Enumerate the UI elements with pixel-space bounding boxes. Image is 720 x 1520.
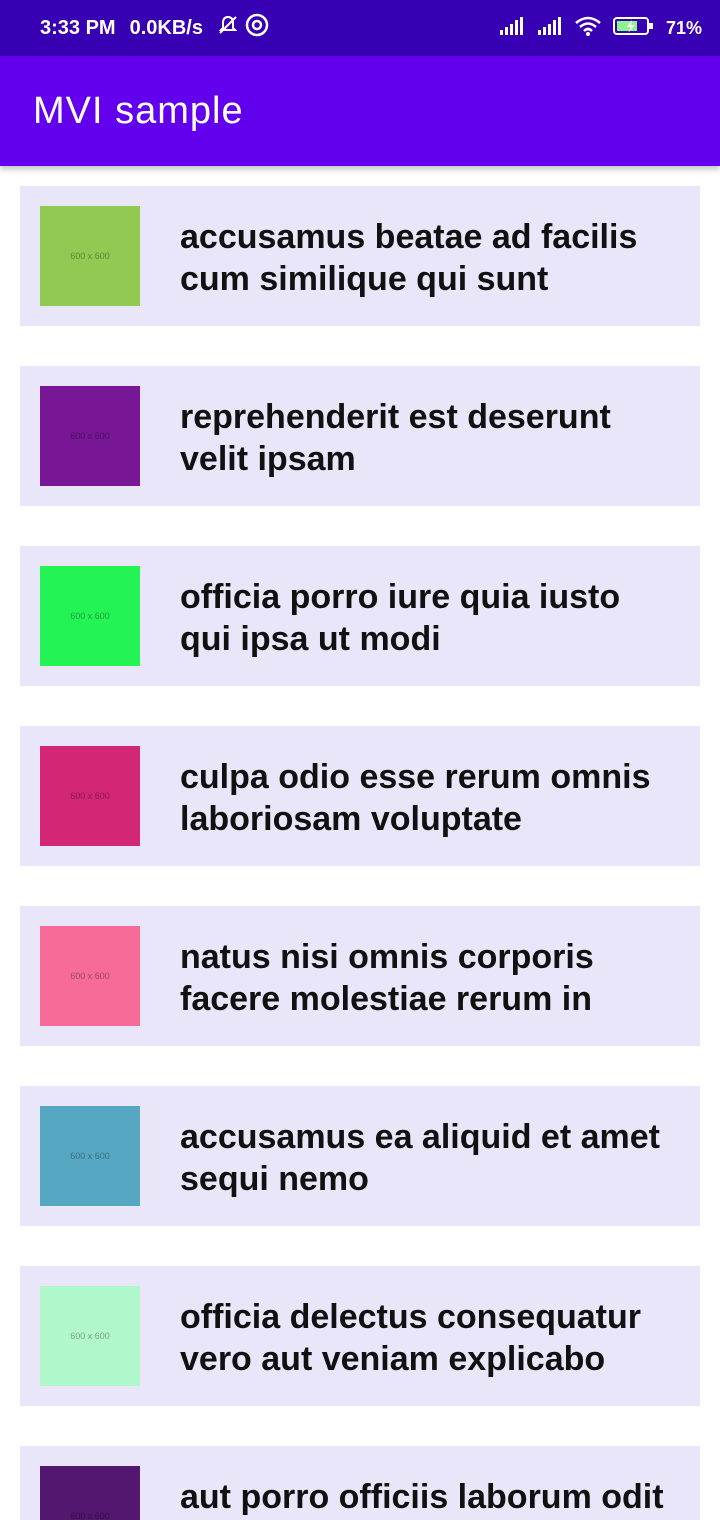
thumbnail-label: 600 x 600 xyxy=(70,431,110,441)
thumbnail-label: 600 x 600 xyxy=(70,1331,110,1341)
status-right: 71% xyxy=(498,15,702,42)
at-sign-icon xyxy=(239,13,269,43)
list-item[interactable]: 600 x 600 culpa odio esse rerum omnis la… xyxy=(20,726,700,866)
signal-icon-2 xyxy=(536,16,564,41)
network-speed: 0.0KB/s xyxy=(129,16,203,39)
item-title: accusamus beatae ad facilis cum similiqu… xyxy=(180,218,638,298)
wifi-icon xyxy=(574,15,602,42)
list-item[interactable]: 600 x 600 aut porro officiis laborum odi… xyxy=(20,1446,700,1520)
list-item[interactable]: 600 x 600 accusamus beatae ad facilis cu… xyxy=(20,186,700,326)
signal-icon xyxy=(498,16,526,41)
thumbnail-image: 600 x 600 xyxy=(40,1466,140,1520)
battery-icon xyxy=(612,15,656,42)
item-title: natus nisi omnis corporis facere molesti… xyxy=(180,938,594,1018)
item-title: accusamus ea aliquid et amet sequi nemo xyxy=(180,1118,660,1198)
item-title: officia delectus consequatur vero aut ve… xyxy=(180,1298,641,1378)
photo-list[interactable]: 600 x 600 accusamus beatae ad facilis cu… xyxy=(0,166,720,1520)
status-bar: 3:33 PM 0.0KB/s 71% xyxy=(0,0,720,56)
thumbnail-image: 600 x 600 xyxy=(40,746,140,846)
status-time: 3:33 PM xyxy=(40,16,116,39)
thumbnail-image: 600 x 600 xyxy=(40,566,140,666)
list-item[interactable]: 600 x 600 accusamus ea aliquid et amet s… xyxy=(20,1086,700,1226)
thumbnail-label: 600 x 600 xyxy=(70,1151,110,1161)
thumbnail-label: 600 x 600 xyxy=(70,611,110,621)
thumbnail-label: 600 x 600 xyxy=(70,1511,110,1520)
thumbnail-image: 600 x 600 xyxy=(40,386,140,486)
app-bar: MVI sample xyxy=(0,56,720,166)
list-item[interactable]: 600 x 600 officia delectus consequatur v… xyxy=(20,1266,700,1406)
item-title: officia porro iure quia iusto qui ipsa u… xyxy=(180,578,621,658)
item-title: aut porro officiis laborum odit xyxy=(180,1478,664,1516)
item-title: reprehenderit est deserunt velit ipsam xyxy=(180,398,611,478)
thumbnail-image: 600 x 600 xyxy=(40,206,140,306)
app-title: MVI sample xyxy=(33,89,244,132)
thumbnail-image: 600 x 600 xyxy=(40,1106,140,1206)
bell-muted-icon xyxy=(211,14,239,42)
thumbnail-label: 600 x 600 xyxy=(70,971,110,981)
thumbnail-label: 600 x 600 xyxy=(70,251,110,261)
status-left: 3:33 PM 0.0KB/s xyxy=(40,13,269,43)
list-item[interactable]: 600 x 600 officia porro iure quia iusto … xyxy=(20,546,700,686)
thumbnail-image: 600 x 600 xyxy=(40,1286,140,1386)
thumbnail-image: 600 x 600 xyxy=(40,926,140,1026)
list-item[interactable]: 600 x 600 reprehenderit est deserunt vel… xyxy=(20,366,700,506)
battery-percent: 71% xyxy=(665,17,702,38)
item-title: culpa odio esse rerum omnis laboriosam v… xyxy=(180,758,651,838)
thumbnail-label: 600 x 600 xyxy=(70,791,110,801)
list-item[interactable]: 600 x 600 natus nisi omnis corporis face… xyxy=(20,906,700,1046)
